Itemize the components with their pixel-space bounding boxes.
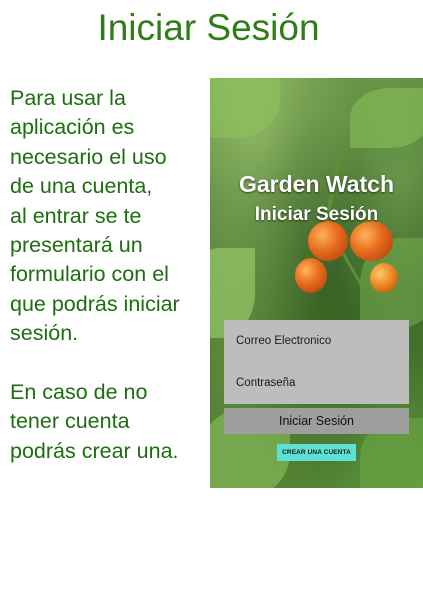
page-title: Iniciar Sesión	[0, 6, 423, 50]
instructions-paragraph-2: En caso de no tener cuenta podrás crear …	[10, 380, 179, 463]
instructions-text: Para usar la aplicación es necesario el …	[10, 84, 210, 466]
create-account-button[interactable]: CREAR UNA CUENTA	[277, 444, 356, 461]
password-field[interactable]: Contraseña	[236, 375, 396, 391]
instructions-paragraph-1: Para usar la aplicación es necesario el …	[10, 86, 180, 346]
login-form: Correo Electronico Contraseña	[224, 320, 409, 404]
login-button[interactable]: Iniciar Sesión	[224, 408, 409, 434]
page-title-text: Iniciar Sesión	[97, 7, 320, 48]
email-field[interactable]: Correo Electronico	[236, 333, 396, 349]
app-screenshot: Garden Watch Iniciar Sesión Correo Elect…	[210, 78, 423, 488]
login-screen-title: Iniciar Sesión	[254, 204, 379, 225]
app-name: Garden Watch	[238, 171, 395, 197]
